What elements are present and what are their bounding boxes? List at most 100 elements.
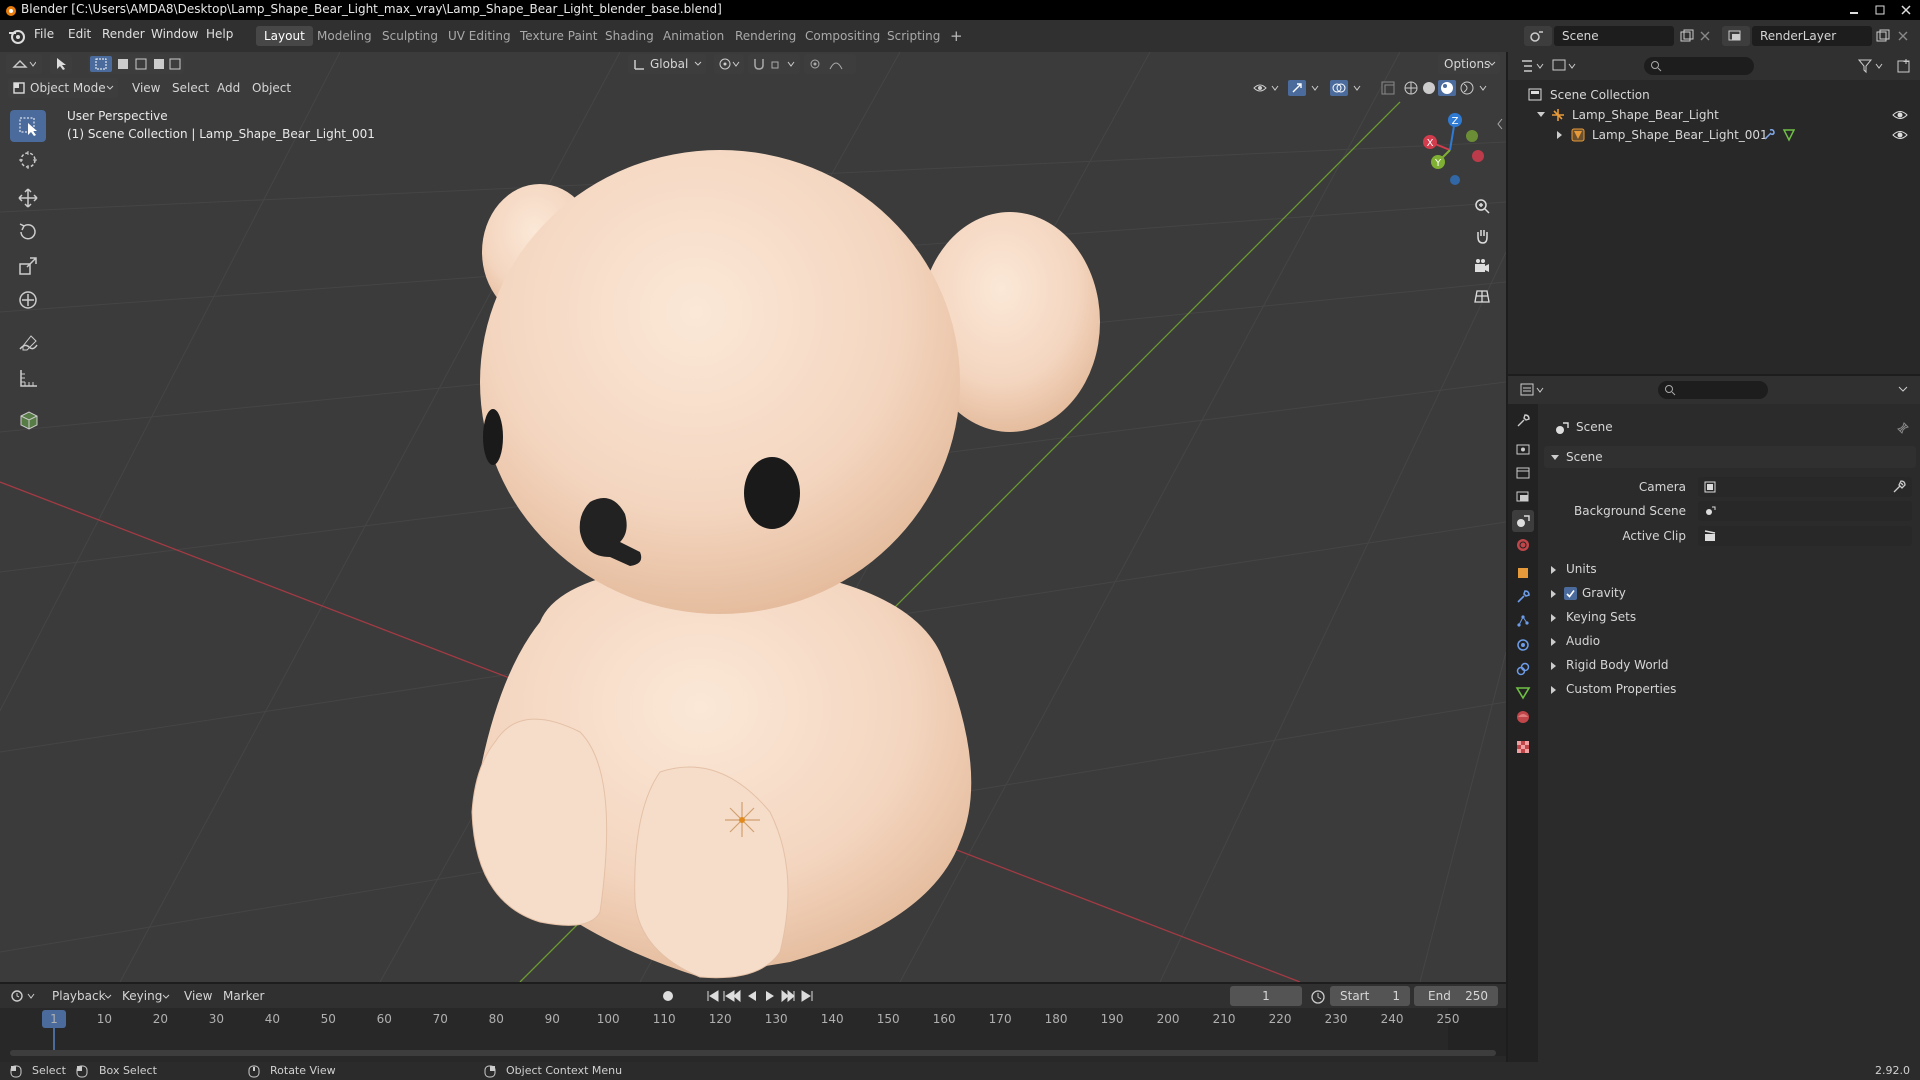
panel-custom-properties[interactable]: Custom Properties: [1544, 678, 1916, 700]
new-scene-icon[interactable]: [1680, 29, 1694, 43]
tool-rotate[interactable]: [10, 216, 46, 248]
gizmo-neg-x-icon[interactable]: [1472, 150, 1484, 162]
panel-units[interactable]: Units: [1544, 558, 1916, 580]
end-frame-field[interactable]: End 250: [1414, 986, 1498, 1006]
tab-uv-editing[interactable]: UV Editing: [440, 26, 519, 46]
gizmo-toggle-icon[interactable]: [1288, 80, 1322, 96]
background-scene-field[interactable]: [1698, 501, 1912, 521]
outliner-editor-type-icon[interactable]: [1520, 58, 1546, 74]
options-dropdown[interactable]: Options: [1438, 54, 1500, 74]
camera-field[interactable]: [1698, 477, 1912, 497]
eye-icon[interactable]: [1892, 109, 1908, 121]
tab-texture-paint[interactable]: Texture Paint: [512, 26, 605, 46]
overlays-toggle-icon[interactable]: [1330, 80, 1364, 96]
tab-tool[interactable]: [1512, 410, 1534, 432]
tab-texture[interactable]: [1512, 736, 1534, 758]
properties-editor-type-icon[interactable]: [1520, 382, 1546, 398]
tab-data[interactable]: [1512, 682, 1534, 704]
scene-name-field[interactable]: Scene: [1554, 26, 1674, 46]
navigation-gizmo[interactable]: Z X Y: [1410, 110, 1490, 190]
eyedropper-icon[interactable]: [1892, 480, 1906, 494]
scene-panel-header[interactable]: Scene: [1544, 446, 1916, 468]
delete-view-layer-icon[interactable]: [1897, 30, 1909, 42]
menu-file[interactable]: File: [34, 27, 54, 41]
playback-controls[interactable]: [706, 988, 816, 1004]
gravity-checkbox[interactable]: [1564, 587, 1577, 600]
pivot-point-button[interactable]: [714, 54, 744, 74]
tab-world[interactable]: [1512, 534, 1534, 556]
tab-material[interactable]: [1512, 706, 1534, 728]
tab-scripting[interactable]: Scripting: [879, 26, 948, 46]
tab-render[interactable]: [1512, 438, 1534, 460]
properties-search-input[interactable]: [1658, 381, 1768, 399]
display-mode-icon[interactable]: [1552, 58, 1578, 74]
pin-icon[interactable]: [1896, 421, 1910, 435]
tab-output[interactable]: [1512, 462, 1534, 484]
start-frame-field[interactable]: Start 1: [1330, 986, 1410, 1006]
minimize-button[interactable]: [1840, 0, 1868, 20]
tab-view-layer[interactable]: [1512, 486, 1534, 508]
snapping-group[interactable]: [748, 54, 800, 74]
tab-sculpting[interactable]: Sculpting: [374, 26, 446, 46]
new-view-layer-icon[interactable]: [1876, 29, 1890, 43]
tool-cursor[interactable]: [10, 144, 46, 176]
timeline-menu-playback[interactable]: Playback: [52, 989, 106, 1003]
new-collection-icon[interactable]: [1896, 58, 1912, 74]
tab-modifiers[interactable]: [1512, 586, 1534, 608]
tab-scene[interactable]: [1512, 510, 1534, 532]
delete-scene-icon[interactable]: [1699, 30, 1711, 42]
tool-transform[interactable]: [10, 284, 46, 316]
xray-toggle-icon[interactable]: [1380, 80, 1396, 96]
viewport-menu-view[interactable]: View: [132, 81, 160, 95]
proportional-editing-group[interactable]: [804, 54, 856, 74]
eye-icon[interactable]: [1892, 129, 1908, 141]
tab-rendering[interactable]: Rendering: [727, 26, 804, 46]
tab-constraints[interactable]: [1512, 658, 1534, 680]
blender-menu-icon[interactable]: [8, 28, 26, 44]
selection-mode-group[interactable]: [88, 54, 184, 74]
expand-right-icon[interactable]: [1556, 130, 1564, 140]
outliner-search-input[interactable]: [1644, 57, 1754, 75]
expand-down-icon[interactable]: [1536, 111, 1546, 119]
outliner-row-item-1[interactable]: Lamp_Shape_Bear_Light_001: [1508, 125, 1920, 145]
timeline-scrollbar[interactable]: [10, 1050, 1496, 1056]
record-icon[interactable]: [660, 988, 676, 1004]
add-workspace-button[interactable]: +: [942, 26, 971, 46]
active-tool-button[interactable]: [50, 54, 72, 74]
outliner-row-item-0[interactable]: Lamp_Shape_Bear_Light: [1508, 105, 1920, 125]
tool-measure[interactable]: [10, 362, 46, 394]
camera-view-button[interactable]: [1468, 252, 1496, 280]
shading-mode-group-icon[interactable]: [1402, 80, 1496, 96]
close-window-button[interactable]: [1892, 0, 1920, 20]
current-frame-field[interactable]: 1: [1230, 986, 1302, 1006]
visibility-selectability-icon[interactable]: [1252, 80, 1282, 96]
timeline-menu-view[interactable]: View: [184, 989, 212, 1003]
perspective-toggle-button[interactable]: [1468, 282, 1496, 310]
tool-add-cube[interactable]: [10, 404, 46, 436]
mode-dropdown[interactable]: Object Mode: [8, 78, 118, 98]
menu-edit[interactable]: Edit: [68, 27, 91, 41]
tab-shading[interactable]: Shading: [597, 26, 662, 46]
outliner-row-scene-collection[interactable]: Scene Collection: [1508, 85, 1920, 105]
bear-lamp-model[interactable]: [471, 150, 1100, 979]
tool-annotate[interactable]: [10, 328, 46, 360]
panel-audio[interactable]: Audio: [1544, 630, 1916, 652]
modifier-wrench-icon[interactable]: [1762, 128, 1776, 142]
transform-orientation-dropdown[interactable]: Global: [628, 54, 706, 74]
panel-keying-sets[interactable]: Keying Sets: [1544, 606, 1916, 628]
tool-scale[interactable]: [10, 250, 46, 282]
menu-help[interactable]: Help: [206, 27, 233, 41]
chevron-down-icon[interactable]: [1898, 386, 1908, 394]
viewport-menu-add[interactable]: Add: [217, 81, 240, 95]
scene-browse-button[interactable]: [1524, 26, 1552, 46]
filter-icon[interactable]: [1858, 58, 1886, 74]
preview-range-clock-icon[interactable]: [1310, 989, 1326, 1005]
gizmo-neg-y-icon[interactable]: [1466, 130, 1478, 142]
zoom-view-button[interactable]: [1468, 192, 1496, 220]
pan-view-button[interactable]: [1468, 222, 1496, 250]
tab-layout[interactable]: Layout: [256, 26, 313, 46]
active-clip-field[interactable]: [1698, 526, 1912, 546]
tab-modeling[interactable]: Modeling: [309, 26, 380, 46]
panel-gravity[interactable]: Gravity: [1544, 582, 1916, 604]
viewport-menu-object[interactable]: Object: [252, 81, 291, 95]
